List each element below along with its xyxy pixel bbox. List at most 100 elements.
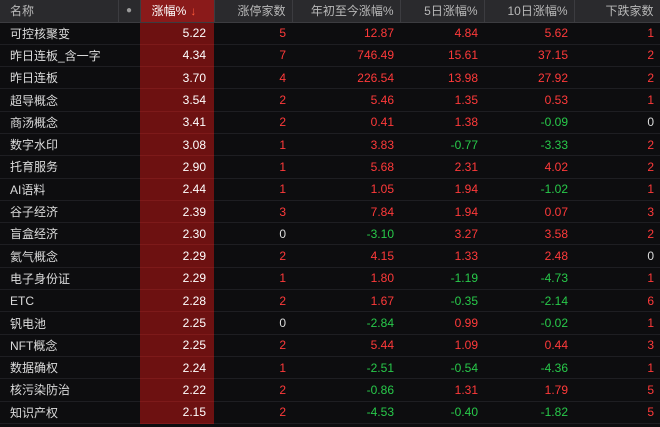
table-row[interactable]: 托育服务 2.90 1 5.68 2.31 4.02 2: [0, 155, 660, 179]
ytd-pct-cell: 3.83: [292, 133, 400, 157]
row-marker-cell: [118, 66, 140, 90]
ytd-pct-cell: 226.54: [292, 66, 400, 90]
pct-10d-cell: 37.15: [484, 44, 574, 68]
limit-up-count-cell: 2: [214, 111, 292, 134]
decliners-cell: 2: [574, 222, 660, 246]
pct-10d-cell: 5.62: [484, 22, 574, 45]
pct-10d-cell: 1.79: [484, 378, 574, 402]
pct-10d-cell: 0.44: [484, 334, 574, 357]
pct-5d-cell: 3.27: [400, 222, 484, 246]
ytd-pct-cell: 5.46: [292, 88, 400, 112]
table-row[interactable]: 昨日连板_含一字 4.34 7 746.49 15.61 37.15 2: [0, 44, 660, 68]
pct-5d-cell: -1.19: [400, 267, 484, 291]
table-row[interactable]: 电子身份证 2.29 1 1.80 -1.19 -4.73 1: [0, 267, 660, 291]
change-pct-cell: 2.24: [140, 356, 214, 380]
pct-5d-cell: 1.33: [400, 244, 484, 268]
sector-name-cell: 钒电池: [0, 311, 118, 335]
table-row[interactable]: 谷子经济 2.39 3 7.84 1.94 0.07 3: [0, 200, 660, 224]
table-row[interactable]: 可控核聚变 5.22 5 12.87 4.84 5.62 1: [0, 22, 660, 45]
table-row[interactable]: 超导概念 3.54 2 5.46 1.35 0.53 1: [0, 88, 660, 112]
decliners-cell: 1: [574, 311, 660, 335]
pct-5d-cell: 1.35: [400, 88, 484, 112]
sector-name-cell: 电子身份证: [0, 267, 118, 291]
row-marker-cell: [118, 356, 140, 380]
sector-name-cell: 托育服务: [0, 155, 118, 179]
change-pct-cell: 3.08: [140, 133, 214, 157]
table-row[interactable]: AI语料 2.44 1 1.05 1.94 -1.02 1: [0, 178, 660, 201]
pct-5d-cell: -0.35: [400, 289, 484, 313]
row-marker-cell: [118, 44, 140, 68]
change-pct-cell: 2.28: [140, 289, 214, 313]
table-row[interactable]: 数据确权 2.24 1 -2.51 -0.54 -4.36 1: [0, 356, 660, 380]
change-pct-cell: 2.25: [140, 311, 214, 335]
decliners-cell: 1: [574, 88, 660, 112]
pct-5d-cell: 0.99: [400, 311, 484, 335]
pct-10d-cell: -1.82: [484, 401, 574, 424]
ytd-pct-cell: 7.84: [292, 200, 400, 224]
decliners-cell: 1: [574, 178, 660, 201]
change-pct-cell: 2.25: [140, 334, 214, 357]
table-row[interactable]: 钒电池 2.25 0 -2.84 0.99 -0.02 1: [0, 311, 660, 335]
sector-name-cell: 可控核聚变: [0, 22, 118, 45]
decliners-cell: 5: [574, 401, 660, 424]
table-row[interactable]: NFT概念 2.25 2 5.44 1.09 0.44 3: [0, 334, 660, 357]
column-settings-dot-icon[interactable]: ●: [118, 0, 141, 23]
sector-name-cell: 超导概念: [0, 88, 118, 112]
ytd-pct-cell: 746.49: [292, 44, 400, 68]
table-row[interactable]: 商汤概念 3.41 2 0.41 1.38 -0.09 0: [0, 111, 660, 134]
column-header-10d-pct[interactable]: 10日涨幅%: [484, 0, 575, 23]
ytd-pct-cell: -3.10: [292, 222, 400, 246]
ytd-pct-cell: 1.80: [292, 267, 400, 291]
pct-10d-cell: -3.33: [484, 133, 574, 157]
row-marker-cell: [118, 401, 140, 424]
decliners-cell: 1: [574, 267, 660, 291]
column-header-change-pct-label: 涨幅%: [151, 4, 187, 19]
pct-10d-cell: -4.73: [484, 267, 574, 291]
row-marker-cell: [118, 267, 140, 291]
change-pct-cell: 2.30: [140, 222, 214, 246]
pct-10d-cell: 4.02: [484, 155, 574, 179]
sector-name-cell: AI语料: [0, 178, 118, 201]
decliners-cell: 0: [574, 244, 660, 268]
sector-name-cell: 数据确权: [0, 356, 118, 380]
table-body: 可控核聚变 5.22 5 12.87 4.84 5.62 1 昨日连板_含一字 4.34 7 746…: [0, 22, 660, 424]
limit-up-count-cell: 2: [214, 378, 292, 402]
column-header-change-pct[interactable]: 涨幅% ↓: [140, 0, 215, 23]
pct-5d-cell: 1.09: [400, 334, 484, 357]
pct-10d-cell: 0.53: [484, 88, 574, 112]
column-header-decliners[interactable]: 下跌家数: [574, 0, 660, 23]
change-pct-cell: 2.44: [140, 178, 214, 201]
table-row[interactable]: 知识产权 2.15 2 -4.53 -0.40 -1.82 5: [0, 401, 660, 424]
decliners-cell: 0: [574, 111, 660, 134]
table-row[interactable]: 氦气概念 2.29 2 4.15 1.33 2.48 0: [0, 244, 660, 268]
column-header-name[interactable]: 名称: [0, 0, 119, 23]
table-row[interactable]: 昨日连板 3.70 4 226.54 13.98 27.92 2: [0, 66, 660, 90]
decliners-cell: 1: [574, 22, 660, 45]
table-row[interactable]: 盲盒经济 2.30 0 -3.10 3.27 3.58 2: [0, 222, 660, 246]
pct-5d-cell: 4.84: [400, 22, 484, 45]
limit-up-count-cell: 2: [214, 334, 292, 357]
decliners-cell: 2: [574, 66, 660, 90]
pct-5d-cell: 1.31: [400, 378, 484, 402]
table-row[interactable]: 数字水印 3.08 1 3.83 -0.77 -3.33 2: [0, 133, 660, 157]
column-header-limit-up-count[interactable]: 涨停家数: [214, 0, 293, 23]
ytd-pct-cell: -0.86: [292, 378, 400, 402]
sector-name-cell: 数字水印: [0, 133, 118, 157]
limit-up-count-cell: 1: [214, 178, 292, 201]
limit-up-count-cell: 1: [214, 267, 292, 291]
row-marker-cell: [118, 22, 140, 45]
decliners-cell: 3: [574, 334, 660, 357]
table-row[interactable]: ETC 2.28 2 1.67 -0.35 -2.14 6: [0, 289, 660, 313]
ytd-pct-cell: 1.05: [292, 178, 400, 201]
column-header-ytd-pct[interactable]: 年初至今涨幅%: [292, 0, 401, 23]
table-row[interactable]: 核污染防治 2.22 2 -0.86 1.31 1.79 5: [0, 378, 660, 402]
column-header-5d-pct[interactable]: 5日涨幅%: [400, 0, 485, 23]
column-header-name-label: 名称: [10, 4, 35, 19]
pct-10d-cell: -0.02: [484, 311, 574, 335]
limit-up-count-cell: 1: [214, 155, 292, 179]
row-marker-cell: [118, 200, 140, 224]
pct-5d-cell: 2.31: [400, 155, 484, 179]
pct-10d-cell: 2.48: [484, 244, 574, 268]
limit-up-count-cell: 3: [214, 200, 292, 224]
change-pct-cell: 2.15: [140, 401, 214, 424]
